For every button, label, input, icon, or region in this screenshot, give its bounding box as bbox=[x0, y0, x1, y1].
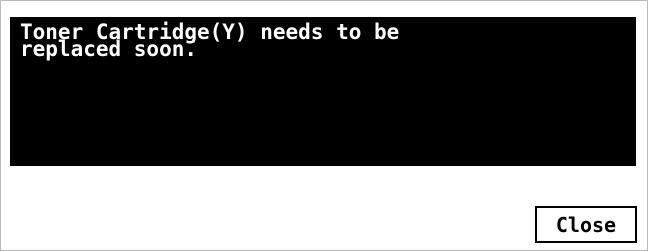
message-panel: Toner Cartridge(Y) needs to be replaced … bbox=[10, 17, 636, 166]
close-button[interactable]: Close bbox=[535, 206, 637, 243]
alert-message: Toner Cartridge(Y) needs to be replaced … bbox=[20, 20, 400, 61]
